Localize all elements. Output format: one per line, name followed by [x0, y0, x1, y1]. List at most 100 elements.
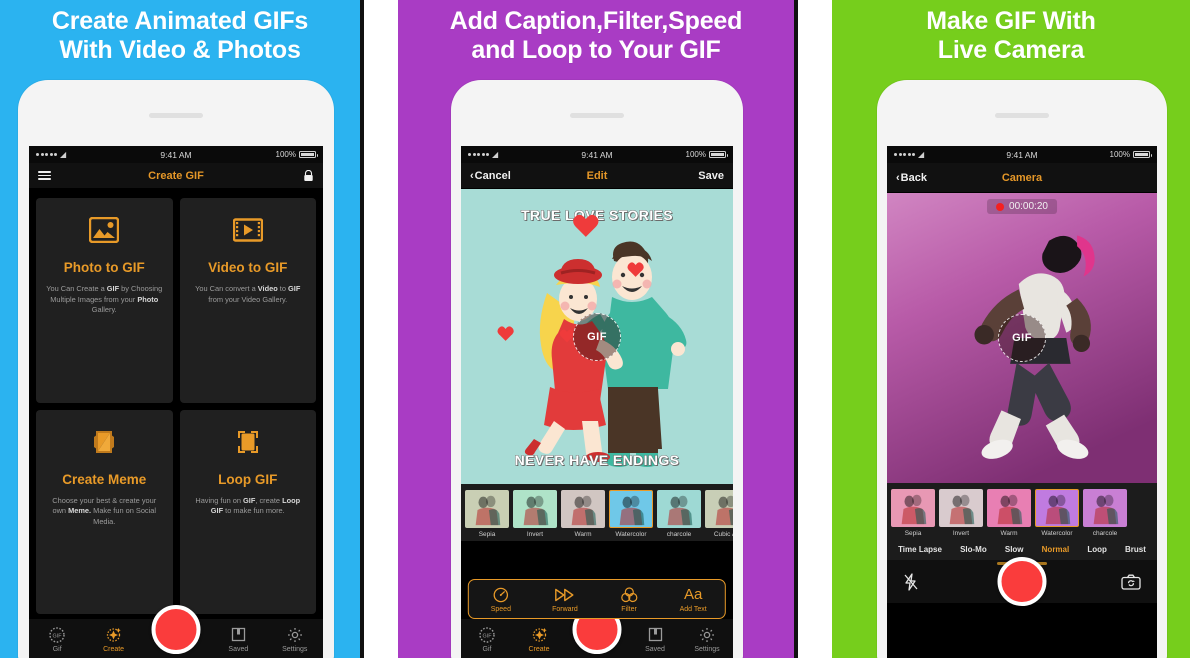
navbar-2: ‹ Cancel Edit Save [461, 163, 733, 189]
cancel-button[interactable]: ‹ Cancel [470, 170, 511, 182]
tab-saved[interactable]: Saved [216, 626, 260, 653]
headline-line-1: Add Caption,Filter,Speed [449, 7, 743, 35]
add-text-aa-icon: Aa [683, 586, 703, 603]
filter-strip-2[interactable]: Sepia Invert Warm Watercolor charcole Cu… [461, 484, 733, 541]
gif-edit-canvas[interactable]: TRUE LOVE STORIES GIF NEVER HAVE ENDINGS [461, 189, 733, 484]
back-label: Back [900, 171, 927, 184]
signal-dots-icon [468, 153, 489, 156]
svg-text:GIF: GIF [483, 633, 493, 639]
back-button[interactable]: ‹ Back [896, 172, 927, 184]
phone-mockup-1: ◢ 9:41 AM 100% Create GIF Photo to GIF Y… [18, 80, 334, 658]
headline-line-2: Live Camera [937, 36, 1085, 64]
status-bar-left: ◢ [36, 150, 66, 159]
filter-item[interactable]: Invert [513, 490, 557, 538]
gear-settings-icon [699, 626, 715, 643]
filter-thumbnail [705, 490, 733, 528]
card-create-meme[interactable]: Create Meme Choose your best & create yo… [36, 409, 173, 614]
save-button[interactable]: Save [698, 170, 724, 182]
tool-filter[interactable]: Filter [604, 586, 654, 613]
tab-label: Settings [282, 646, 308, 653]
battery-percent-label: 100% [685, 150, 706, 159]
phone-mockup-3: ◢ 9:41 AM 100% ‹ Back Camera 00:00:20 GI… [877, 80, 1167, 658]
card-photo-to-gif[interactable]: Photo to GIF You Can Create a GIF by Cho… [36, 198, 173, 403]
filter-item[interactable]: charcole [657, 490, 701, 538]
camera-viewfinder[interactable]: 00:00:20 GIF [887, 193, 1157, 483]
bottom-tab-bar-1: GIF Gif Create Saved Settings [29, 605, 323, 658]
hamburger-menu-icon [38, 169, 51, 183]
phone-screen-3: ◢ 9:41 AM 100% ‹ Back Camera 00:00:20 GI… [887, 146, 1157, 658]
card-loop-gif[interactable]: Loop GIF Having fun on GIF, create Loop … [179, 409, 316, 614]
filter-item[interactable]: Cubic Art [705, 490, 733, 538]
filter-strip-3[interactable]: Sepia Invert Warm Watercolor charcole [887, 483, 1157, 540]
filter-thumbnail [657, 490, 701, 528]
camera-flip-button[interactable] [1121, 574, 1141, 590]
tab-label: Saved [228, 646, 249, 653]
flash-off-button[interactable] [903, 572, 919, 591]
panel-1-headline: Create Animated GIFs With Video & Photos [0, 0, 360, 65]
filter-item[interactable]: Warm [561, 490, 605, 538]
create-gif-body: Photo to GIF You Can Create a GIF by Cho… [29, 189, 323, 658]
chevron-left-icon: ‹ [470, 169, 474, 182]
headline-line-1: Create Animated GIFs [51, 7, 309, 35]
mode-normal[interactable]: Normal [1042, 545, 1070, 554]
mode-brust[interactable]: Brust [1125, 545, 1146, 554]
tab-settings[interactable]: Settings [273, 626, 317, 653]
flash-off-icon [904, 572, 918, 591]
filter-label: Watercolor [1041, 530, 1073, 537]
panel-divider-2 [794, 0, 832, 658]
video-film-play-icon [232, 214, 263, 246]
headline-line-2: and Loop to Your GIF [471, 36, 721, 64]
record-button[interactable] [997, 557, 1047, 606]
filter-item[interactable]: Sepia [465, 490, 509, 538]
filter-item[interactable]: Sepia [891, 489, 935, 537]
mode-loop[interactable]: Loop [1087, 545, 1107, 554]
card-title: Video to GIF [208, 260, 288, 275]
gif-circle-icon: GIF [49, 626, 65, 643]
mode-slo-mo[interactable]: Slo-Mo [960, 545, 987, 554]
record-button[interactable] [151, 605, 201, 654]
tool-label: Forward [552, 606, 578, 613]
tab-create[interactable]: Create [517, 626, 561, 653]
filter-item[interactable]: Warm [987, 489, 1031, 537]
tab-gif[interactable]: GIF Gif [35, 626, 79, 653]
saved-bracket-icon [231, 626, 246, 643]
filter-label: Sepia [904, 530, 922, 537]
tool-forward[interactable]: Forward [540, 586, 590, 613]
filter-item-selected[interactable]: Watercolor [609, 490, 653, 538]
filter-item[interactable]: Invert [939, 489, 983, 537]
filter-label: Cubic Art [713, 531, 733, 538]
battery-icon [1133, 151, 1152, 158]
nav-title-3: Camera [1001, 171, 1043, 184]
tab-gif[interactable]: GIF Gif [465, 626, 509, 653]
menu-button[interactable] [38, 169, 51, 183]
filter-label: charcole [666, 531, 692, 538]
card-desc: You Can convert a Video to GIF from your… [195, 284, 301, 304]
mode-slow[interactable]: Slow [1005, 545, 1024, 554]
filter-item-selected[interactable]: Watercolor [1035, 489, 1079, 537]
wifi-icon: ◢ [918, 149, 925, 159]
tab-settings[interactable]: Settings [685, 626, 729, 653]
card-video-to-gif[interactable]: Video to GIF You Can convert a Video to … [179, 198, 316, 403]
status-bar-right: 100% [685, 150, 728, 159]
mode-time-lapse[interactable]: Time Lapse [898, 545, 942, 554]
recording-dot-icon [996, 202, 1005, 211]
status-bar-right: 100% [276, 150, 318, 159]
filter-item[interactable]: charcole [1083, 489, 1127, 537]
filter-thumbnail [513, 490, 557, 528]
battery-icon [299, 151, 318, 158]
panel-divider-1 [360, 0, 398, 658]
tool-speed[interactable]: Speed [476, 586, 526, 613]
tab-label: Create [103, 646, 125, 653]
tab-create[interactable]: Create [92, 626, 136, 653]
headline-line-2: With Video & Photos [59, 36, 301, 64]
navbar-3: ‹ Back Camera [887, 163, 1157, 193]
filter-label: Sepia [478, 531, 496, 538]
tool-add-text[interactable]: Aa Add Text [668, 586, 718, 613]
filter-label: Watercolor [615, 531, 647, 538]
lock-button[interactable] [303, 169, 314, 182]
filter-thumbnail [987, 489, 1031, 527]
loop-square-icon [234, 426, 262, 458]
cancel-label: Cancel [474, 169, 511, 182]
tab-label: Saved [645, 646, 665, 653]
tab-saved[interactable]: Saved [633, 626, 677, 653]
